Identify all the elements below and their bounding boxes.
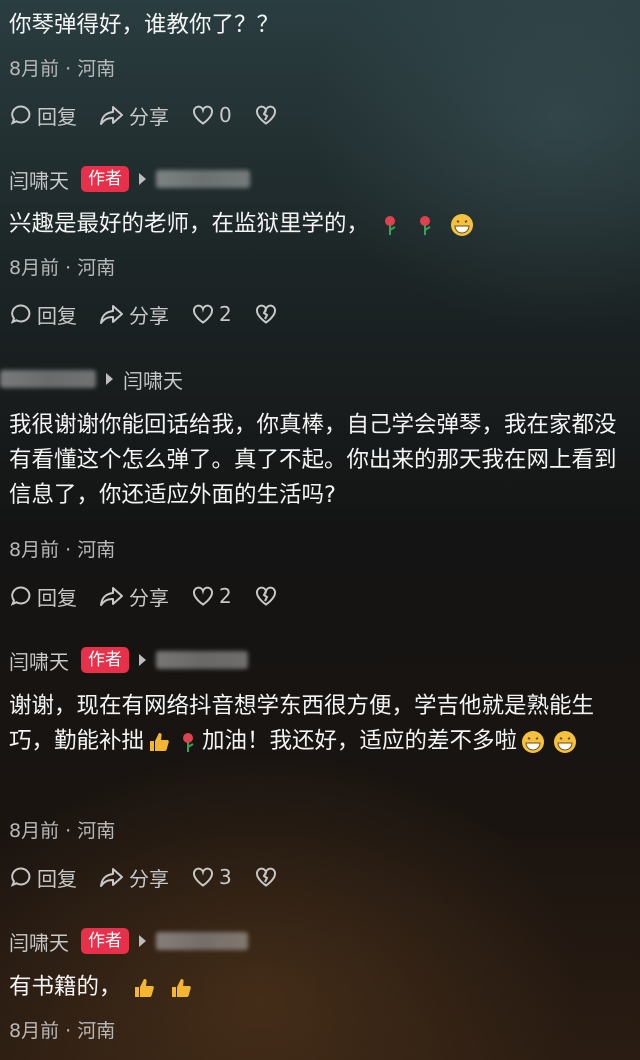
reply-arrow-icon (106, 373, 113, 385)
thumbs-up-emoji (171, 978, 191, 997)
like-button[interactable]: 0 (191, 103, 232, 127)
comment-meta: 8月前 · 河南 (9, 1020, 116, 1042)
comment-header: 闫啸天 (0, 364, 183, 394)
like-button[interactable]: 3 (191, 865, 232, 889)
dislike-button[interactable] (254, 865, 282, 889)
comment-header: 闫啸天 作者 (9, 645, 248, 675)
comment-actions: 回复 分享 3 (9, 862, 304, 892)
author-badge: 作者 (81, 928, 129, 954)
rose-emoji (420, 215, 431, 235)
like-count: 2 (219, 302, 232, 326)
share-label: 分享 (129, 104, 169, 129)
like-count: 0 (219, 103, 232, 127)
reply-label: 回复 (37, 585, 77, 610)
share-icon (100, 106, 123, 125)
reply-button[interactable]: 回复 (9, 582, 77, 611)
broken-heart-icon (255, 586, 276, 606)
share-button[interactable]: 分享 (99, 582, 169, 611)
comment-text: 你琴弹得好，谁教你了？？ (9, 12, 280, 38)
reply-to-name[interactable]: 闫啸天 (123, 365, 183, 394)
comment-icon (10, 867, 31, 887)
comment-text: 我很谢谢你能回话给我，你真棒，自己学会弹琴，我在家都没有看懂这个怎么弹了。真了不… (9, 412, 617, 508)
rose-emoji (385, 215, 396, 235)
comment-meta: 8月前 · 河南 (9, 820, 116, 842)
share-icon (100, 587, 123, 606)
dislike-button[interactable] (254, 584, 282, 608)
rose-emoji (183, 732, 194, 752)
share-label: 分享 (129, 303, 169, 328)
like-button[interactable]: 2 (191, 584, 232, 608)
comment-actions: 回复 分享 2 (9, 299, 304, 329)
share-label: 分享 (129, 585, 169, 610)
reply-button[interactable]: 回复 (9, 300, 77, 329)
like-count: 2 (219, 584, 232, 608)
comment-text: 有书籍的， (9, 974, 122, 1000)
comment-text-row: 有书籍的， (9, 970, 635, 1005)
comment-actions: 回复 分享 2 (9, 581, 304, 611)
comment-icon (10, 105, 31, 125)
thumbs-up-emoji (134, 978, 154, 997)
share-icon (100, 868, 123, 887)
blurred-username (156, 651, 248, 669)
comment-text-cont: 加油！我还好，适应的差不多啦 (202, 728, 518, 754)
reply-button[interactable]: 回复 (9, 863, 77, 892)
heart-icon (193, 867, 213, 887)
comment-icon (10, 304, 31, 324)
comment-text-row: 兴趣是最好的老师，在监狱里学的， (9, 207, 635, 242)
dislike-button[interactable] (254, 302, 282, 326)
comment-text-block: 谢谢，现在有网络抖音想学东西很方便，学吉他就是熟能生巧，勤能补拙 加油！我还好，适… (9, 689, 635, 759)
reply-button[interactable]: 回复 (9, 101, 77, 130)
author-badge: 作者 (81, 166, 129, 192)
comment-text: 兴趣是最好的老师，在监狱里学的， (9, 211, 370, 237)
author-badge: 作者 (81, 647, 129, 673)
comment-actions: 回复 分享 0 (9, 100, 304, 130)
broken-heart-icon (255, 105, 276, 125)
comment-meta: 8月前 · 河南 (9, 257, 116, 279)
author-name[interactable]: 闫啸天 (9, 927, 69, 956)
comment-meta: 8月前 · 河南 (9, 539, 116, 561)
blurred-username (156, 170, 250, 188)
comment-header: 闫啸天 作者 (9, 164, 250, 194)
reply-label: 回复 (37, 303, 77, 328)
share-label: 分享 (129, 866, 169, 891)
like-button[interactable]: 2 (191, 302, 232, 326)
grin-emoji (522, 730, 545, 753)
blurred-username (0, 370, 96, 388)
reply-arrow-icon (139, 654, 146, 666)
heart-icon (193, 304, 213, 324)
broken-heart-icon (255, 867, 276, 887)
like-count: 3 (219, 865, 232, 889)
reply-label: 回复 (37, 104, 77, 129)
reply-label: 回复 (37, 866, 77, 891)
share-button[interactable]: 分享 (99, 300, 169, 329)
comment-header: 闫啸天 作者 (9, 926, 248, 956)
share-button[interactable]: 分享 (99, 101, 169, 130)
thumbs-up-emoji (150, 732, 169, 751)
grin-emoji (451, 213, 474, 236)
author-name[interactable]: 闫啸天 (9, 165, 69, 194)
grin-emoji (554, 730, 577, 753)
heart-icon (193, 586, 213, 606)
author-name[interactable]: 闫啸天 (9, 646, 69, 675)
heart-icon (193, 105, 213, 125)
reply-arrow-icon (139, 935, 146, 947)
share-button[interactable]: 分享 (99, 863, 169, 892)
comment-icon (10, 586, 31, 606)
broken-heart-icon (255, 304, 276, 324)
reply-arrow-icon (139, 173, 146, 185)
comment-meta: 8月前 · 河南 (9, 58, 116, 80)
share-icon (100, 305, 123, 324)
dislike-button[interactable] (254, 103, 282, 127)
blurred-username (156, 932, 248, 950)
